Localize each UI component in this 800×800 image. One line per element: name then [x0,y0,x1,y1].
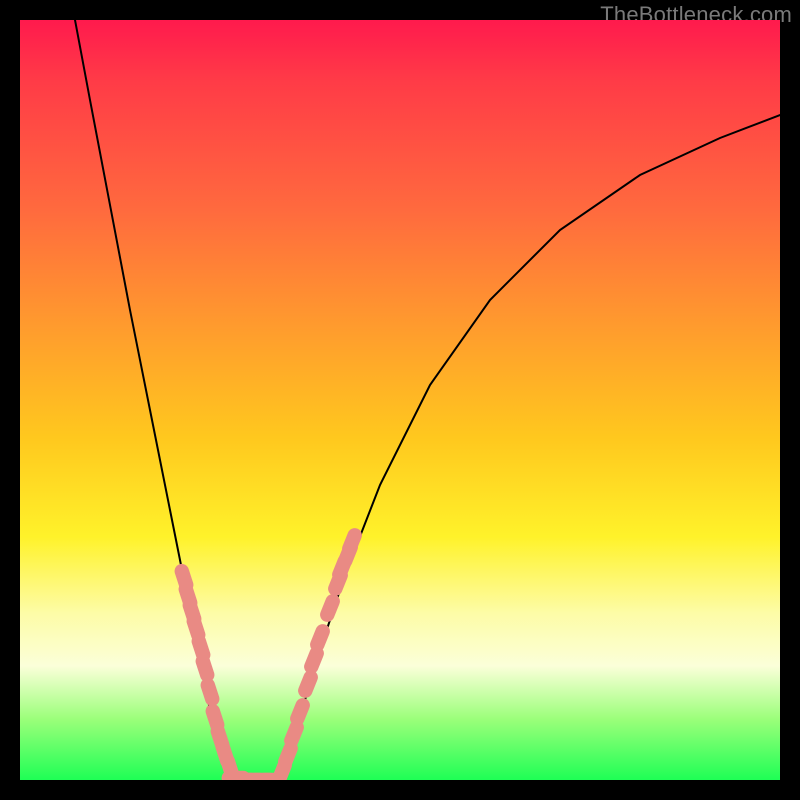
marker-left-dot-cluster-7 [213,711,217,725]
curve-left-curve [75,20,238,780]
marker-right-dot-cluster-10 [339,561,344,574]
marker-left-dot-cluster-6 [208,685,212,699]
marker-right-dot-cluster-11 [349,535,354,548]
marker-right-dot-cluster-3 [297,705,302,718]
marker-right-dot-cluster-5 [311,653,316,666]
plot-area [20,20,780,780]
marker-right-dot-cluster-7 [327,601,332,614]
marker-left-dot-cluster-4 [199,641,203,655]
marker-right-dot-cluster-4 [305,677,310,690]
marker-right-dot-cluster-1 [285,748,290,761]
chart-frame: TheBottleneck.com [0,0,800,800]
marker-left-dot-cluster-5 [203,661,207,675]
marker-left-dot-cluster-3 [194,621,198,635]
marker-right-dot-cluster-2 [291,727,296,740]
curve-right-curve [278,115,780,780]
chart-svg [20,20,780,780]
marker-right-dot-cluster-6 [317,631,322,644]
